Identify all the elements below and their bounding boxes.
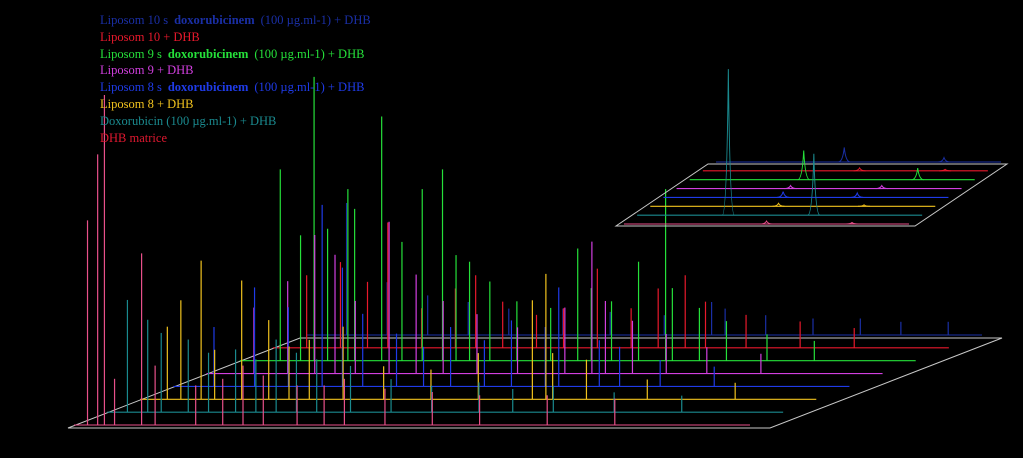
inset-spectra-panel (614, 69, 1009, 227)
legend-prefix: Liposom 10 + DHB (100, 29, 200, 44)
legend-entry: Doxorubicin (100 µg.ml-1) + DHB (100, 113, 371, 130)
inset-peak (838, 147, 851, 163)
legend-prefix: Doxorubicin (100 µg.ml-1) + DHB (100, 113, 277, 128)
inset-peak (851, 191, 864, 198)
legend-prefix: Liposom 8 s (100, 80, 162, 95)
legend-entry: Liposom 10 + DHB (100, 29, 371, 46)
inset-peak (911, 167, 924, 181)
legend-entry: Liposom 9 s doxorubicinem (100 µg.ml-1) + … (100, 46, 371, 63)
inset-peak (937, 156, 951, 163)
legend-entry: Liposom 10 s doxorubicinem (100 µg.ml-1) +… (100, 12, 371, 29)
legend-entry: Liposom 8 + DHB (100, 96, 371, 113)
inset-panel-frame (614, 163, 1009, 227)
inset-peak (797, 150, 810, 181)
legend-prefix: Liposom 9 + DHB (100, 63, 194, 78)
legend: Liposom 10 s doxorubicinem (100 µg.ml-1) +… (100, 12, 371, 146)
legend-prefix: Liposom 9 s (100, 46, 162, 61)
inset-peak (721, 69, 735, 216)
legend-bold: doxorubicinem (174, 13, 255, 27)
legend-prefix: Liposom 10 s (100, 13, 169, 27)
inset-peak (777, 191, 790, 198)
legend-entry: DHB matrice (100, 130, 371, 147)
legend-bold: doxorubicinem (167, 80, 249, 95)
legend-suffix: (100 µg.ml-1) + DHB (254, 46, 365, 61)
legend-entry: Liposom 8 s doxorubicinem (100 µg.ml-1) + … (100, 79, 371, 96)
legend-prefix: Liposom 8 + DHB (100, 96, 194, 111)
legend-suffix: (100 µg.ml-1) + DHB (254, 80, 365, 95)
legend-entry: Liposom 9 + DHB (100, 62, 371, 79)
legend-suffix: (100 µg.ml-1) + DHB (260, 13, 371, 27)
legend-prefix: DHB matrice (100, 130, 167, 145)
legend-bold: doxorubicinem (167, 46, 249, 61)
spectra-figure: Liposom 10 s doxorubicinem (100 µg.ml-1) +… (0, 0, 1023, 458)
